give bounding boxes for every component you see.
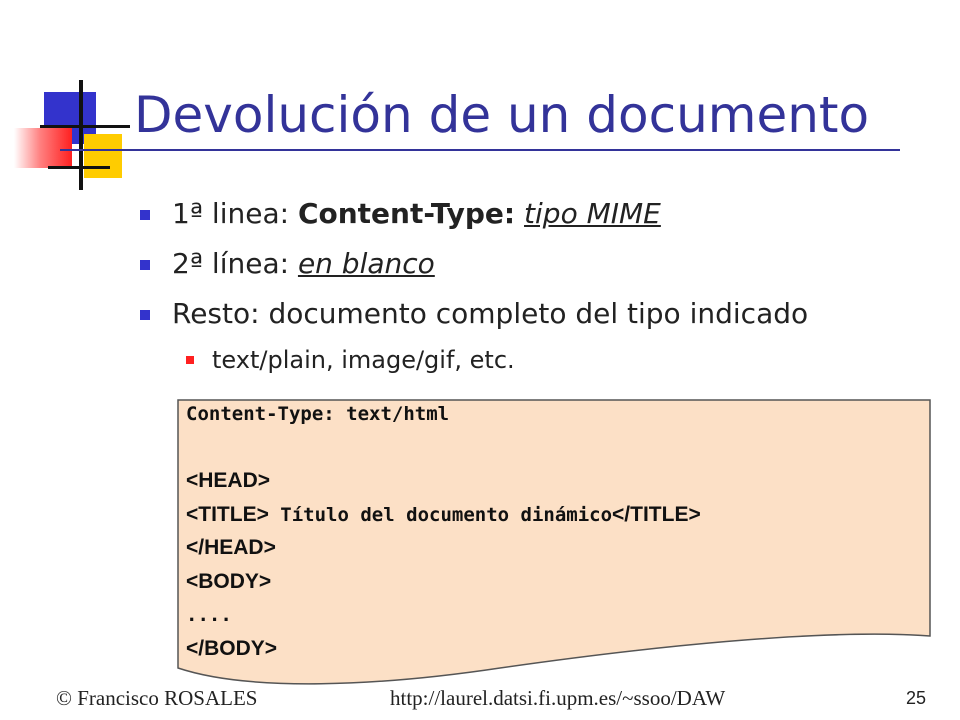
code-content-type: Content-Type: text/html — [186, 403, 450, 425]
footer-author: © Francisco ROSALES — [56, 686, 258, 710]
code-line: Content-Type: text/html — [186, 402, 701, 436]
code-tag: <TITLE> — [186, 502, 269, 526]
code-line: .... — [186, 603, 701, 637]
code-tag: </HEAD> — [186, 536, 276, 559]
code-text: Título del documento dinámico — [268, 503, 613, 526]
footer-url: http://laurel.datsi.fi.upm.es/~ssoo/DAW — [390, 686, 726, 710]
code-tag: <HEAD> — [186, 469, 271, 492]
code-line: </BODY> — [186, 637, 701, 671]
code-tag: <BODY> — [186, 569, 272, 593]
code-block: Content-Type: text/html <HEAD> <TITLE> T… — [186, 402, 701, 670]
code-line: <HEAD> — [186, 469, 701, 503]
code-tag: </BODY> — [186, 636, 278, 660]
code-line: <TITLE> Título del documento dinámico</T… — [186, 503, 701, 537]
page-number: 25 — [906, 688, 927, 708]
code-text: .... — [186, 604, 232, 626]
code-line: </HEAD> — [186, 536, 701, 570]
code-line: <BODY> — [186, 570, 701, 604]
code-tag: </TITLE> — [612, 502, 701, 526]
